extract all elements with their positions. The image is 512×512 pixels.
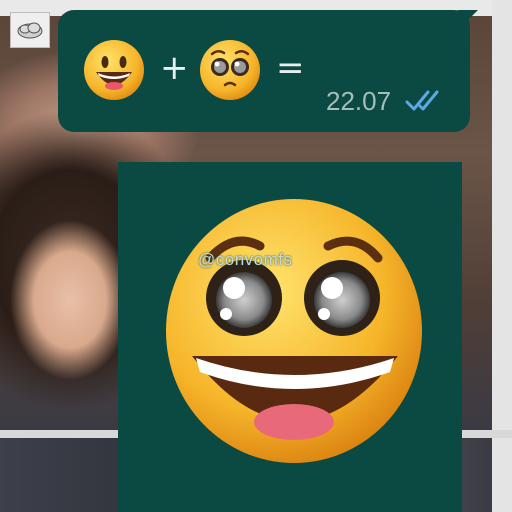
corner-logo: [10, 12, 50, 48]
equals-operator: =: [276, 48, 305, 88]
pleading-face-icon: [200, 40, 260, 100]
grinning-face-icon: [84, 40, 144, 100]
message-time: 22.07: [326, 86, 392, 116]
double-check-read-icon: [405, 90, 439, 111]
message-bubble-tail: [458, 10, 478, 30]
watermark-text: @convomfs: [198, 250, 293, 269]
pleading-grinning-sticker-icon: [166, 199, 422, 463]
cloud-logo-icon: [17, 22, 43, 39]
plus-operator: +: [160, 48, 189, 88]
